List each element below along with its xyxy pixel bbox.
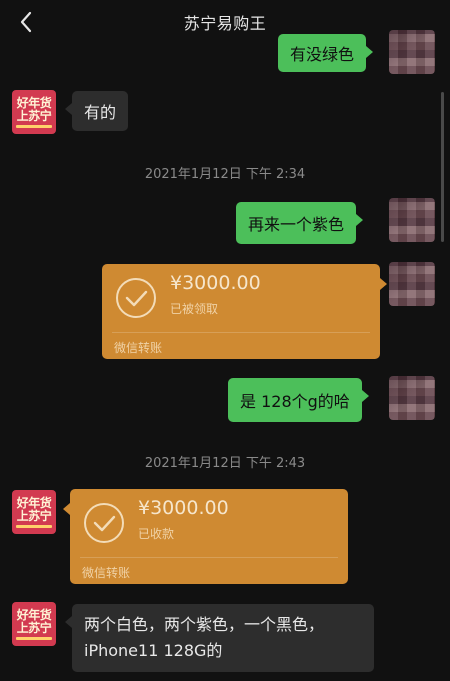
logo-text: 好年货 (16, 607, 52, 622)
user-avatar[interactable] (389, 376, 435, 420)
logo-banner (16, 524, 52, 528)
logo-text: 上苏宁 (16, 620, 52, 635)
divider (80, 557, 338, 558)
contact-avatar[interactable]: 好年货 上苏宁 (12, 602, 56, 646)
message-text-line: 两个白色，两个紫色，一个黑色， (84, 615, 325, 634)
contact-avatar[interactable]: 好年货 上苏宁 (12, 490, 56, 534)
message-text-line: iPhone11 128G的 (84, 641, 223, 660)
transfer-card[interactable]: ¥3000.00 已收款 微信转账 (63, 489, 348, 584)
transfer-card[interactable]: ¥3000.00 已被领取 微信转账 (102, 264, 387, 359)
divider (112, 332, 370, 333)
logo-text: 上苏宁 (16, 508, 52, 523)
message-text: 有的 (84, 103, 117, 122)
logo-text: 好年货 (16, 95, 52, 110)
message-received[interactable]: 两个白色，两个紫色，一个黑色， iPhone11 128G的 (65, 604, 374, 672)
logo-banner (16, 636, 52, 640)
message-sent[interactable]: 有没绿色 (278, 34, 374, 72)
timestamp: 2021年1月12日 下午 2:34 (144, 167, 306, 182)
check-circle-icon (116, 278, 156, 318)
chat-header: 苏宁易购王 (0, 0, 450, 44)
message-sent[interactable]: 是 128个g的哈 (228, 378, 369, 422)
message-sent[interactable]: 再来一个紫色 (236, 202, 364, 244)
contact-avatar[interactable]: 好年货 上苏宁 (12, 90, 56, 134)
user-avatar[interactable] (389, 198, 435, 242)
back-button[interactable] (14, 8, 38, 36)
message-text: 是 128个g的哈 (240, 392, 350, 411)
logo-text: 上苏宁 (16, 108, 52, 123)
check-circle-icon (84, 503, 124, 543)
transfer-status: 已被领取 (170, 302, 219, 316)
transfer-amount: ¥3000.00 (138, 497, 229, 519)
transfer-amount: ¥3000.00 (170, 272, 261, 294)
logo-banner (16, 124, 52, 128)
chat-title: 苏宁易购王 (183, 14, 267, 33)
logo-text: 好年货 (16, 495, 52, 510)
user-avatar[interactable] (389, 30, 435, 74)
user-avatar[interactable] (389, 262, 435, 306)
message-received[interactable]: 有的 (64, 91, 129, 131)
chevron-left-icon (20, 11, 32, 33)
transfer-label: 微信转账 (82, 566, 131, 580)
message-text: 有没绿色 (290, 45, 355, 64)
message-text: 再来一个紫色 (248, 215, 345, 234)
transfer-label: 微信转账 (114, 341, 163, 355)
transfer-status: 已收款 (138, 527, 175, 541)
timestamp: 2021年1月12日 下午 2:43 (144, 456, 306, 471)
